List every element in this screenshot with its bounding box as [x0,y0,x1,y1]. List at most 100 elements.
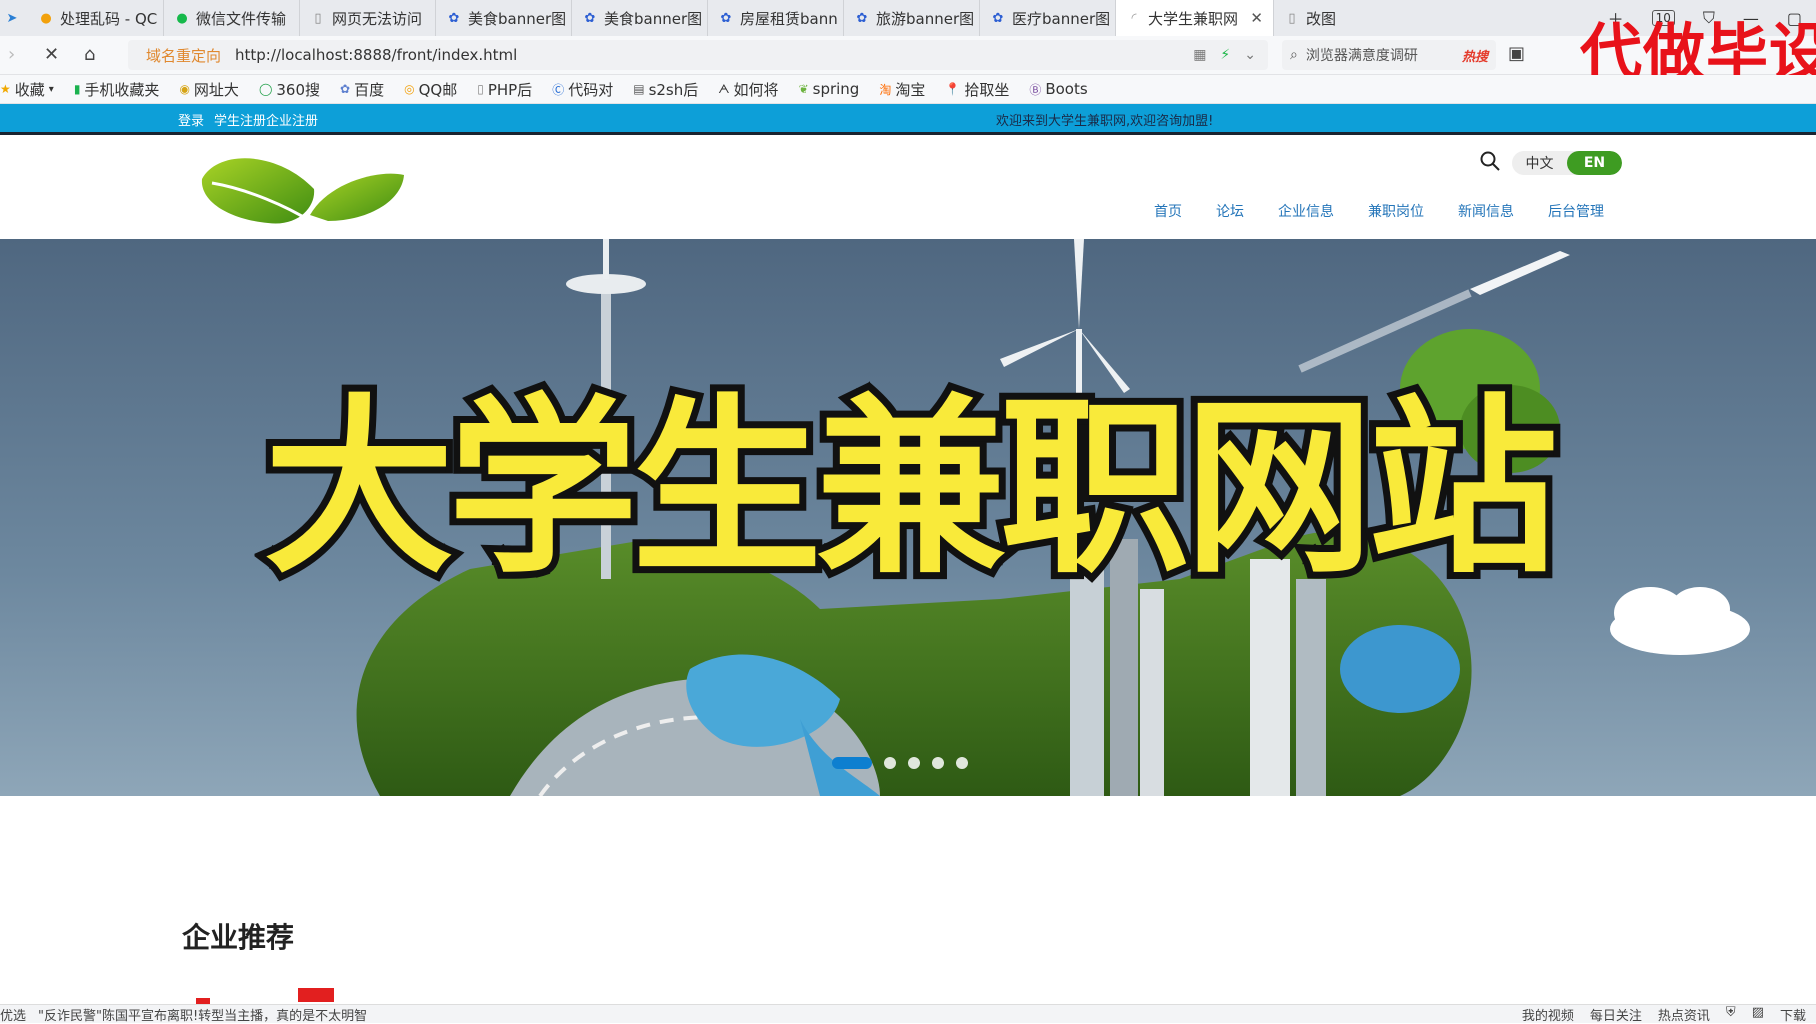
menu-part-time-jobs[interactable]: 兼职岗位 [1368,201,1424,221]
bookmark-item[interactable]: ▯ PHP后 [477,79,532,100]
chevron-down-icon[interactable]: ⌄ [1244,47,1256,63]
qr-code-icon[interactable]: ▦ [1193,47,1206,63]
bookmark-label: 手机收藏夹 [84,80,160,99]
image-icon: ▤ [633,82,645,96]
search-icon[interactable] [1480,151,1500,171]
search-box[interactable]: ⌕ 浏览器满意度调研 热搜 [1282,40,1496,70]
status-left-label[interactable]: 优选 [0,1005,26,1024]
carousel-dots [832,757,968,769]
tab-6[interactable]: ✿ 旅游banner图 [844,0,980,36]
tab-label: 改图 [1306,9,1337,28]
bookmark-item[interactable]: Ⓒ 代码对 [552,79,613,100]
bookmark-item[interactable]: ▤ s2sh后 [633,79,698,100]
url-tools: ▦ ⚡ ⌄ [1193,47,1268,63]
bookmark-item[interactable]: 淘淘宝 [879,79,925,100]
bookmark-item[interactable]: ✿ 百度 [340,79,384,100]
lang-zh[interactable]: 中文 [1512,151,1567,175]
tab-label: 微信文件传输 [196,9,287,28]
student-register-link[interactable]: 学生注册 [214,110,266,129]
url-text[interactable]: http://localhost:8888/front/index.html [235,46,517,64]
carousel-dot[interactable] [884,757,896,769]
bookmark-label: Boots [1045,80,1088,98]
news-ticker[interactable]: "反诈民警"陈国平宣布离职!转型当主播，真的是不太明智 [38,1005,367,1024]
hot-search-badge[interactable]: 热搜 [1462,46,1496,65]
tab-3[interactable]: ✿ 美食banner图 [436,0,572,36]
language-switch[interactable]: 中文 EN [1512,151,1622,175]
hero-banner: 大学生兼职网站 [0,239,1816,796]
shield-icon[interactable]: ⛨ [1726,1005,1736,1024]
page-icon: ▯ [477,82,484,96]
welcome-text: 欢迎来到大学生兼职网,欢迎咨询加盟! [996,114,1214,129]
tab-label: 美食banner图 [468,9,567,28]
browser-status-bar: 优选 "反诈民警"陈国平宣布离职!转型当主播，真的是不太明智 我的视频 每日关注… [0,1004,1816,1024]
loading-icon: ◜ [1131,10,1137,26]
bookmark-item[interactable]: 📍 拾取坐 [945,79,1009,100]
lightning-icon[interactable]: ⚡ [1220,47,1230,63]
browser-back-menu-icon[interactable]: ➤ [0,0,28,36]
bookmark-label: 360搜 [276,80,321,99]
url-box[interactable]: 域名重定向 http://localhost:8888/front/index.… [128,40,1268,70]
carousel-dot[interactable] [932,757,944,769]
bookmark-item[interactable]: ᗅ 如何将 [718,79,778,100]
star-icon: ★ [0,82,11,96]
image-icon[interactable]: ▨ [1752,1005,1764,1024]
site-icon: ◉ [179,82,190,96]
tab-4[interactable]: ✿ 美食banner图 [572,0,708,36]
menu-forum[interactable]: 论坛 [1216,201,1244,221]
bookmark-item[interactable]: ◉ 网址大 [179,79,239,100]
tab-7[interactable]: ✿ 医疗banner图 [980,0,1116,36]
tab-9[interactable]: ▯ 改图 [1274,0,1390,36]
bookmark-label: 淘宝 [895,80,926,99]
tab-label: 网页无法访问 [332,9,423,28]
home-icon[interactable]: ⌂ [84,44,95,65]
baidu-paw-icon: ✿ [340,82,351,96]
search-icon: ⌕ [1290,47,1298,63]
tab-0[interactable]: ● 处理乱码 - QC [28,0,164,36]
bookmark-item[interactable]: ▮ 手机收藏夹 [74,79,160,100]
menu-news[interactable]: 新闻信息 [1458,201,1514,221]
browser-logo-icon: ➤ [6,10,18,26]
forward-icon[interactable]: › [8,44,15,65]
tab-label: 房屋租赁bann [740,9,838,28]
company-register-link[interactable]: 企业注册 [266,110,318,129]
chevron-down-icon: ▾ [48,83,54,95]
tab-2[interactable]: ▯ 网页无法访问 [300,0,436,36]
carousel-dot[interactable] [908,757,920,769]
menu-admin[interactable]: 后台管理 [1548,201,1604,221]
address-bar: › ✕ ⌂ 域名重定向 http://localhost:8888/front/… [0,36,1816,75]
bookmark-label: QQ邮 [418,80,458,99]
carousel-dot-active[interactable] [832,757,872,769]
bookmark-favorites[interactable]: ★ 收藏 ▾ [0,79,54,100]
menu-home[interactable]: 首页 [1154,201,1182,221]
bookmark-item[interactable]: ◎ QQ邮 [404,79,457,100]
tab-8-active[interactable]: ◜ 大学生兼职网 ✕ [1116,0,1274,36]
bookmark-label: spring [812,80,860,98]
baidu-paw-icon: ✿ [584,10,596,26]
tab-5[interactable]: ✿ 房屋租赁bann [708,0,844,36]
daily-focus-link[interactable]: 每日关注 [1590,1005,1642,1024]
bookmark-item[interactable]: ❦ spring [799,80,860,98]
tab-label: 美食banner图 [604,9,703,28]
bookmark-label: s2sh后 [648,80,699,99]
tab-1[interactable]: ● 微信文件传输 [164,0,300,36]
lang-en[interactable]: EN [1567,151,1622,175]
bookmark-item[interactable]: Ⓑ Boots [1029,80,1087,98]
login-link[interactable]: 登录 [178,110,204,129]
bootstrap-icon: Ⓑ [1029,82,1042,97]
carousel-dot[interactable] [956,757,968,769]
hot-news-link[interactable]: 热点资讯 [1658,1005,1710,1024]
bookmark-item[interactable]: ◯ 360搜 [259,79,320,100]
download-link[interactable]: 下载 [1780,1005,1806,1024]
tab-close-icon[interactable]: ✕ [1250,9,1263,27]
menu-company-info[interactable]: 企业信息 [1278,201,1334,221]
section-title-company-recommend: 企业推荐 [182,921,295,954]
page-icon: ▯ [314,10,322,26]
extension-icon[interactable]: ▣ [1508,43,1525,64]
bookmark-label: PHP后 [487,80,533,99]
site-logo[interactable] [198,149,408,229]
stop-icon[interactable]: ✕ [44,44,59,65]
tab-label: 医疗banner图 [1012,9,1111,28]
code-compare-icon: Ⓒ [552,82,565,97]
map-pin-icon: 📍 [945,82,961,96]
my-video-link[interactable]: 我的视频 [1522,1005,1574,1024]
